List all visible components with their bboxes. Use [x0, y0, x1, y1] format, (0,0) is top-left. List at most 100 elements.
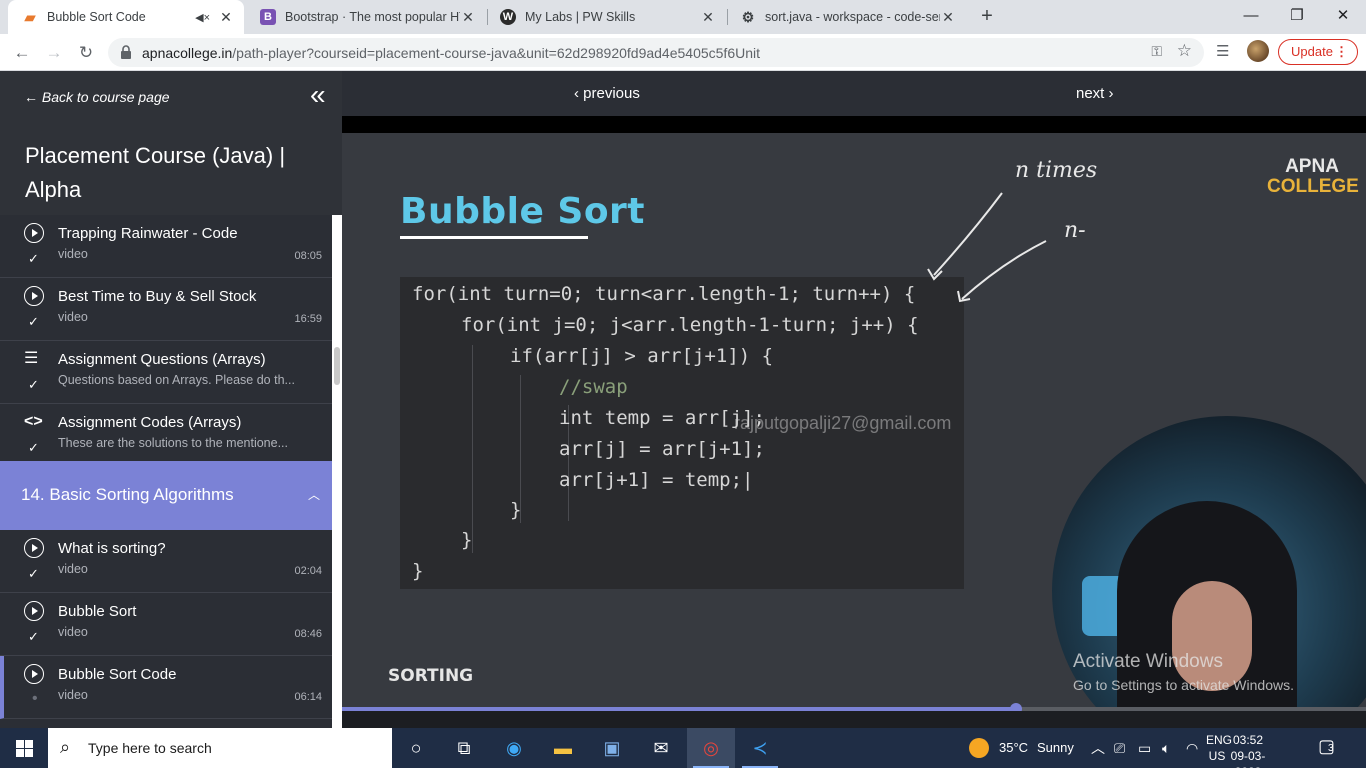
close-tab-icon[interactable]: ✕ — [700, 9, 716, 26]
list-check-icon: ☰ — [24, 350, 39, 367]
lesson-item[interactable]: <> ✓ Assignment Codes (Arrays) These are… — [0, 404, 332, 467]
video-player[interactable]: Bubble Sort APNA COLLEGE for(int turn=0;… — [342, 133, 1366, 707]
new-tab-icon[interactable]: + — [976, 5, 998, 27]
next-button[interactable]: next › — [1076, 85, 1114, 102]
tab-title: Bootstrap · The most popular HTML — [285, 10, 460, 24]
clock-time: 03:52 — [1232, 733, 1264, 747]
lesson-list: ✓ Trapping Rainwater - Code video 08:05 … — [0, 215, 332, 728]
battery-icon[interactable]: ▭ — [1138, 728, 1151, 768]
sidebar-header: ← Back to course page « Placement Course… — [0, 71, 342, 215]
lesson-item[interactable]: ☰ ✓ Assignment Questions (Arrays) Questi… — [0, 341, 332, 404]
clock-date: 09-03-2023 — [1230, 749, 1266, 768]
clock[interactable]: 03:52 09-03-2023 — [1226, 732, 1270, 768]
previous-label: previous — [583, 85, 640, 102]
previous-button[interactable]: ‹ previous — [574, 85, 640, 102]
lesson-title: Best Time to Buy & Sell Stock — [58, 288, 257, 305]
close-tab-icon[interactable]: ✕ — [940, 9, 956, 26]
incomplete-dot-icon: • — [32, 690, 38, 707]
lock-icon — [121, 45, 131, 59]
url-text: apnacollege.in/path-player?courseid=plac… — [142, 45, 760, 61]
activate-title: Activate Windows — [1073, 651, 1223, 672]
activate-windows-watermark: Activate Windows Go to Settings to activ… — [1073, 651, 1294, 693]
notification-center-icon[interactable]: ▢ 3 — [1318, 736, 1335, 757]
vscode-icon[interactable]: ≺ — [736, 728, 784, 768]
lesson-title: Bubble Sort Code — [58, 666, 177, 683]
chevron-up-icon[interactable]: ︿ — [1091, 728, 1105, 768]
pw-skills-icon: W — [500, 9, 516, 25]
edge-icon[interactable]: ◉ — [490, 728, 538, 768]
bookmark-star-icon[interactable]: ☆ — [1177, 41, 1192, 61]
minimize-icon[interactable]: — — [1228, 0, 1274, 34]
wifi-icon[interactable]: ◠ — [1186, 728, 1198, 768]
section-header[interactable]: 14. Basic Sorting Algorithms ︿ — [0, 461, 332, 530]
play-icon — [24, 664, 44, 684]
arrow-line — [961, 240, 1047, 300]
close-tab-icon[interactable]: ✕ — [218, 9, 234, 26]
lesson-item-current[interactable]: • Bubble Sort Code video 06:14 — [0, 656, 332, 719]
check-icon: ✓ — [28, 440, 39, 455]
tab-bubble-sort-code[interactable]: ▰ Bubble Sort Code ◀× ✕ — [8, 0, 244, 34]
weather-text[interactable]: Sunny — [1037, 728, 1074, 768]
back-to-course-link[interactable]: ← Back to course page — [24, 89, 170, 105]
windows-start-icon[interactable] — [0, 728, 48, 768]
lesson-title: Trapping Rainwater - Code — [58, 225, 238, 242]
apna-college-icon: ▰ — [24, 8, 36, 25]
tab-pw-skills[interactable]: W My Labs | PW Skills ✕ — [486, 0, 726, 34]
chrome-icon[interactable]: ◎ — [687, 728, 735, 768]
lesson-subtitle: video — [58, 625, 88, 639]
close-window-icon[interactable]: ✕ — [1320, 0, 1366, 34]
lesson-item[interactable]: ✓ Bubble Sort video 08:46 — [0, 593, 332, 656]
reload-icon[interactable]: ↻ — [74, 41, 98, 65]
code-icon: <> — [24, 413, 43, 430]
menu-dots-icon: ⋮ — [1335, 44, 1348, 59]
profile-avatar[interactable] — [1247, 40, 1269, 62]
section-title: 14. Basic Sorting Algorithms — [21, 485, 234, 504]
lesson-subtitle: video — [58, 688, 88, 702]
lesson-title: Assignment Questions (Arrays) — [58, 351, 266, 368]
lesson-item[interactable]: ✓ Best Time to Buy & Sell Stock video 16… — [0, 278, 332, 341]
code-server-icon: ⚙ — [741, 8, 755, 25]
taskbar-search[interactable]: ⌕ Type here to search — [48, 728, 392, 768]
mail-icon[interactable]: ✉ — [637, 728, 685, 768]
lesson-item[interactable]: ✓ Trapping Rainwater - Code video 08:05 — [0, 215, 332, 278]
file-explorer-icon[interactable]: ▬ — [539, 728, 587, 768]
speaker-muted-icon[interactable]: ◀× — [195, 11, 210, 24]
weather-sun-icon[interactable] — [969, 738, 989, 758]
email-watermark: rajputgopalji27@gmail.com — [734, 413, 952, 433]
tab-strip: ▰ Bubble Sort Code ◀× ✕ B Bootstrap · Th… — [0, 0, 1366, 34]
cortana-icon[interactable]: ○ — [392, 728, 440, 768]
back-arrow-icon[interactable]: ← — [10, 41, 34, 65]
address-bar[interactable]: apnacollege.in/path-player?courseid=plac… — [108, 38, 1204, 67]
collapse-sidebar-icon[interactable]: « — [310, 81, 326, 109]
course-title: Placement Course (Java) | Alpha — [25, 143, 286, 202]
lesson-title: Bubble Sort — [58, 603, 137, 620]
volume-icon[interactable]: 🔈︎ — [1162, 728, 1170, 768]
activate-subtitle: Go to Settings to activate Windows. — [1073, 677, 1294, 693]
next-label: next — [1076, 85, 1105, 102]
update-button[interactable]: Update ⋮ — [1278, 39, 1358, 65]
lesson-duration: 06:14 — [294, 691, 322, 703]
chevron-up-icon: ︿ — [307, 488, 320, 502]
windows-taskbar: ⌕ Type here to search ○ ⧉ ◉ ▬ ▣ ✉ ◎ ≺ 35… — [0, 728, 1366, 768]
key-icon[interactable]: ⚿ — [1151, 43, 1162, 60]
region-code: US — [1208, 749, 1226, 763]
close-tab-icon[interactable]: ✕ — [460, 9, 476, 26]
task-view-icon[interactable]: ⧉ — [440, 728, 488, 768]
language-indicator[interactable]: ENG US — [1206, 732, 1232, 764]
scrollbar-thumb[interactable] — [334, 347, 340, 385]
player-nav: ‹ previous next › — [342, 71, 1366, 116]
restore-icon[interactable]: ❐ — [1274, 0, 1320, 34]
temperature[interactable]: 35°C — [999, 728, 1028, 768]
reading-list-icon[interactable]: ☰ — [1216, 42, 1229, 60]
forward-arrow-icon[interactable]: → — [42, 41, 66, 65]
check-icon: ✓ — [28, 629, 39, 644]
tab-bootstrap[interactable]: B Bootstrap · The most popular HTML ✕ — [246, 0, 486, 34]
annotation-n-minus: n- — [1064, 218, 1086, 243]
sidebar-scrollbar[interactable] — [332, 215, 342, 728]
tab-code-server[interactable]: ⚙ sort.java - workspace - code-server ✕ — [726, 0, 966, 34]
store-icon[interactable]: ▣ — [588, 728, 636, 768]
meet-now-icon[interactable]: ⎚ — [1114, 728, 1125, 768]
notification-count: 3 — [1328, 743, 1334, 754]
lesson-subtitle: video — [58, 562, 88, 576]
lesson-item[interactable]: ✓ What is sorting? video 02:04 — [0, 530, 332, 593]
